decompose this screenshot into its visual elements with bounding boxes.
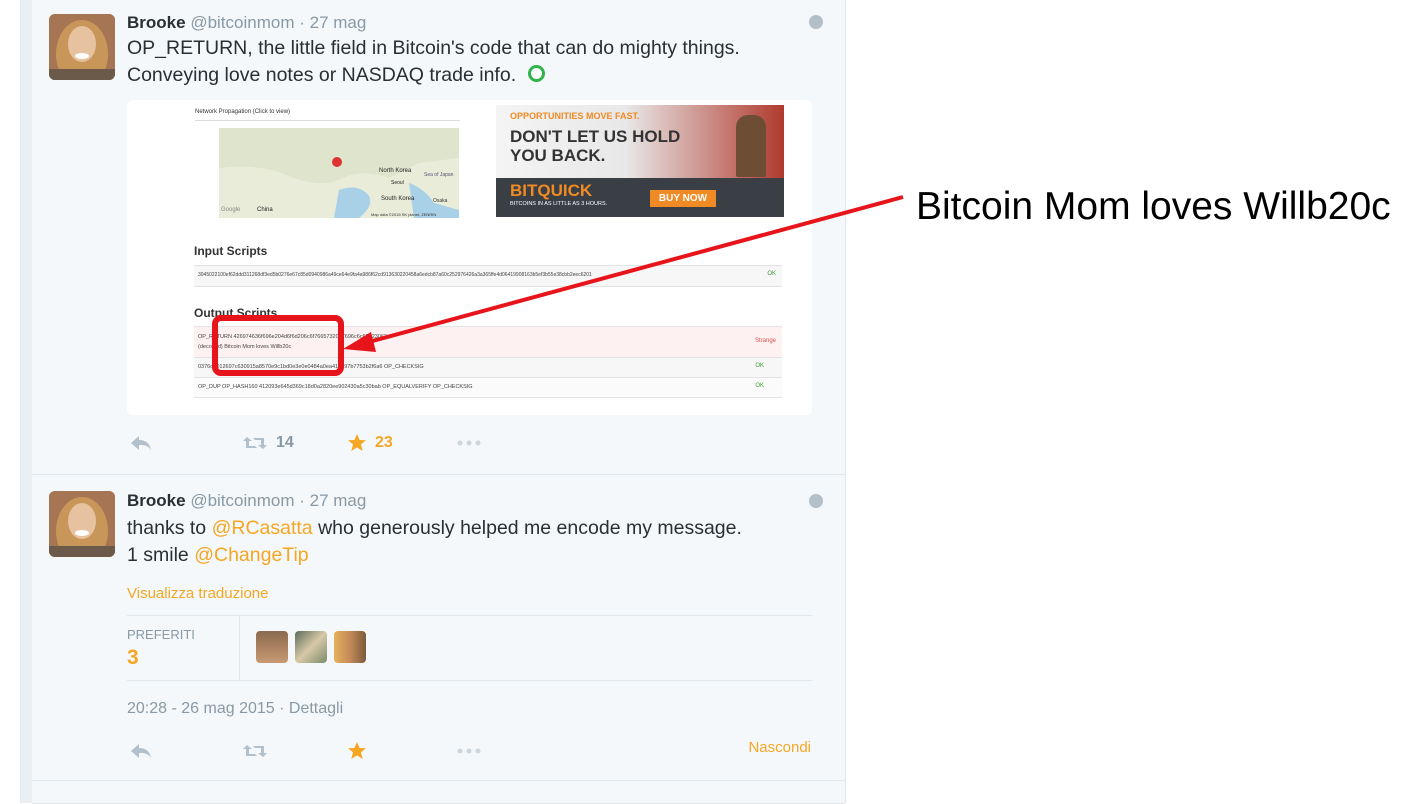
more-dots-icon [457, 748, 481, 754]
stats-divider [239, 616, 240, 680]
tweet-header: Brooke @bitcoinmom · 27 mag [127, 491, 366, 511]
tweet-1[interactable]: Brooke @bitcoinmom · 27 mag OP_RETURN, t… [32, 0, 845, 475]
ad-tagline: BITCOINS IN AS LITTLE AS 3 HOURS. [510, 201, 608, 207]
avatar[interactable] [49, 491, 115, 557]
output-script-decoded: (decoded) Bitcoin Mom loves Willb20c [198, 344, 292, 350]
mention-link[interactable]: @RCasatta [212, 517, 313, 539]
tweet-date[interactable]: 27 mag [310, 13, 367, 32]
star-icon [348, 434, 366, 451]
output-script-row: OP_DUP OP_HASH160 412093e645d369c18d0a28… [194, 377, 782, 398]
text-segment: who generously helped me encode my messa… [312, 517, 742, 539]
tweet-2[interactable]: Brooke @bitcoinmom · 27 mag thanks to @R… [32, 475, 845, 781]
map-panel: Network Propagation (Click to view) Nort… [195, 108, 460, 220]
separator: · [299, 13, 305, 32]
map-label-osaka: Osaka [433, 198, 448, 204]
star-icon [348, 742, 366, 759]
text-segment: thanks to [127, 517, 212, 539]
output-script-status: Strange [754, 338, 776, 344]
separator: · [299, 491, 305, 510]
user-name[interactable]: Brooke [127, 491, 186, 510]
map-label-seoul: Seoul [391, 180, 404, 186]
input-scripts-heading: Input Scripts [194, 244, 268, 258]
user-handle[interactable]: @bitcoinmom [190, 13, 294, 32]
map-label-china: China [257, 207, 273, 213]
map-shapes [219, 128, 459, 218]
tweet-stats: PREFERITI 3 [127, 615, 812, 681]
ad-buy-now-button[interactable]: BUY NOW [650, 190, 716, 207]
ad-line1: OPPORTUNITIES MOVE FAST. [510, 111, 640, 121]
annotation-text: Bitcoin Mom loves Willb20c [916, 185, 1391, 228]
ad-line2: DON'T LET US HOLD [510, 127, 681, 146]
map-label-sea-of-japan: Sea of Japan [424, 172, 454, 178]
tweet-text-line2: Conveying love notes or NASDAQ trade inf… [127, 64, 517, 86]
retweet-icon [243, 745, 267, 757]
favorites-label: PREFERITI [127, 627, 195, 642]
map: North Korea Seoul Sea of Japan South Kor… [219, 128, 459, 218]
output-scripts-heading: Output Scripts [194, 306, 278, 320]
reply-button[interactable] [130, 740, 152, 762]
retweet-count: 14 [276, 434, 294, 451]
globe-icon [809, 15, 823, 29]
ad-banner[interactable]: OPPORTUNITIES MOVE FAST. DON'T LET US HO… [496, 105, 784, 217]
tweet-3-partial [32, 781, 845, 804]
tweet-text-line2: 1 smile @ChangeTip [127, 542, 742, 569]
output-script-hex: OP_DUP OP_HASH160 412093e645d369c18d0a28… [198, 384, 473, 390]
ad-person-image [736, 115, 766, 177]
favoriter-avatar[interactable] [256, 631, 288, 663]
reply-icon [131, 744, 151, 758]
tweet-media-image[interactable]: Network Propagation (Click to view) Nort… [127, 100, 812, 415]
input-script-row: 3045022100ef62ddd311268df3ed5b0276e67c85… [194, 265, 782, 287]
map-attribution: Map data ©2015 SK planet, ZENRIN [371, 212, 437, 217]
map-google-logo: Google [221, 207, 241, 213]
tweet-text-line1: thanks to @RCasatta who generously helpe… [127, 515, 742, 542]
output-script-status: OK [755, 363, 764, 369]
map-label-south-korea: South Korea [381, 196, 415, 202]
tweet-text-line1: OP_RETURN, the little field in Bitcoin's… [127, 37, 740, 59]
retweet-icon [243, 437, 267, 449]
hide-link[interactable]: Nascondi [748, 739, 811, 756]
translate-link[interactable]: Visualizza traduzione [127, 585, 268, 602]
ad-brand: BITQUICK [510, 181, 593, 200]
tweet-date[interactable]: 27 mag [310, 491, 367, 510]
input-script-status: OK [767, 271, 776, 277]
output-script-row: 0376d4012697c630915a8570e9c1bd0e3e0e0484… [194, 357, 782, 377]
text-segment: 1 smile [127, 544, 195, 566]
favorite-count: 23 [375, 434, 393, 451]
reply-icon [131, 436, 151, 450]
user-name[interactable]: Brooke [127, 13, 186, 32]
map-label-north-korea: North Korea [379, 168, 412, 174]
favorite-button[interactable]: 23 [347, 432, 393, 454]
map-title: Network Propagation (Click to view) [195, 108, 460, 121]
tweet-timestamp[interactable]: 20:28 - 26 mag 2015 · Dettagli [127, 700, 343, 718]
retweet-button[interactable]: 14 [242, 432, 294, 454]
avatar[interactable] [49, 14, 115, 80]
tweet-text-line2-wrap: Conveying love notes or NASDAQ trade inf… [127, 62, 740, 89]
globe-icon [809, 494, 823, 508]
tweet-text: thanks to @RCasatta who generously helpe… [127, 515, 742, 569]
mention-link[interactable]: @ChangeTip [194, 544, 308, 566]
more-button[interactable] [456, 740, 482, 762]
user-handle[interactable]: @bitcoinmom [190, 491, 294, 510]
more-button[interactable] [456, 432, 482, 454]
output-script-row: OP_RETURN 426974636f696e204d6f6d206c6f76… [194, 326, 782, 357]
tweet-header: Brooke @bitcoinmom · 27 mag [127, 13, 366, 33]
more-dots-icon [457, 440, 481, 446]
tweet-text: OP_RETURN, the little field in Bitcoin's… [127, 35, 740, 89]
favoriter-avatar[interactable] [334, 631, 366, 663]
output-script-hex: 0376d4012697c630915a8570e9c1bd0e3e0e0484… [198, 364, 424, 370]
output-script-hex: OP_RETURN 426974636f696e204d6f6d206c6f76… [198, 334, 387, 340]
green-circle-icon [527, 65, 545, 82]
reply-button[interactable] [130, 432, 152, 454]
input-script-hex: 3045022100ef62ddd311268df3ed5b0276e67c85… [198, 272, 592, 278]
favorites-count[interactable]: 3 [127, 646, 139, 670]
ad-line3: YOU BACK. [510, 146, 606, 165]
favoriter-avatar[interactable] [295, 631, 327, 663]
retweet-button[interactable] [242, 740, 268, 762]
favorite-button[interactable] [347, 740, 367, 762]
output-script-status: OK [755, 383, 764, 389]
